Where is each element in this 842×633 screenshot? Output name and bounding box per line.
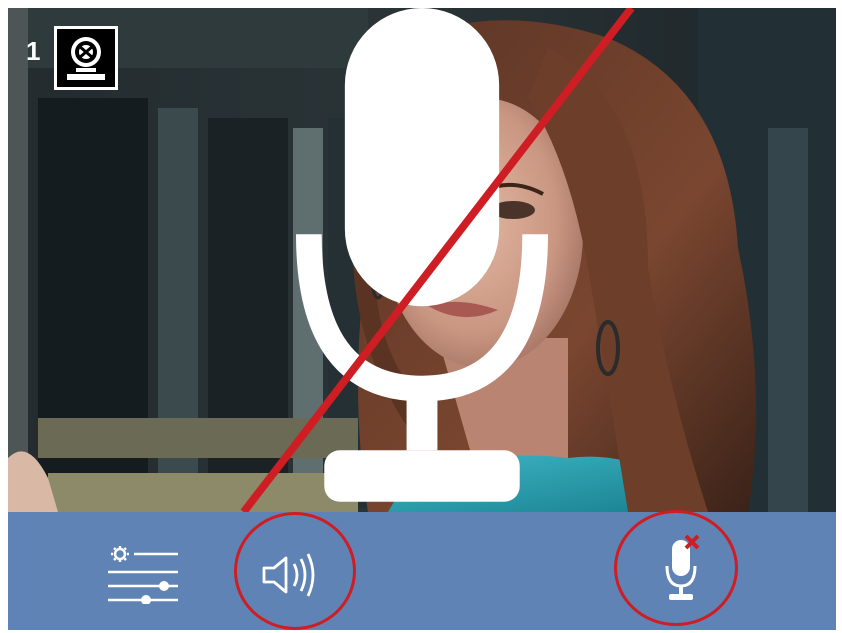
microphone-icon bbox=[296, 8, 548, 502]
camera-video-feed: 1 bbox=[8, 8, 836, 512]
speaker-volume-icon[interactable] bbox=[260, 550, 322, 600]
intercom-screen: 1 bbox=[8, 8, 836, 630]
settings-sliders-icon[interactable] bbox=[106, 546, 180, 604]
control-bar bbox=[8, 510, 836, 630]
microphone-muted-icon[interactable] bbox=[662, 532, 702, 608]
